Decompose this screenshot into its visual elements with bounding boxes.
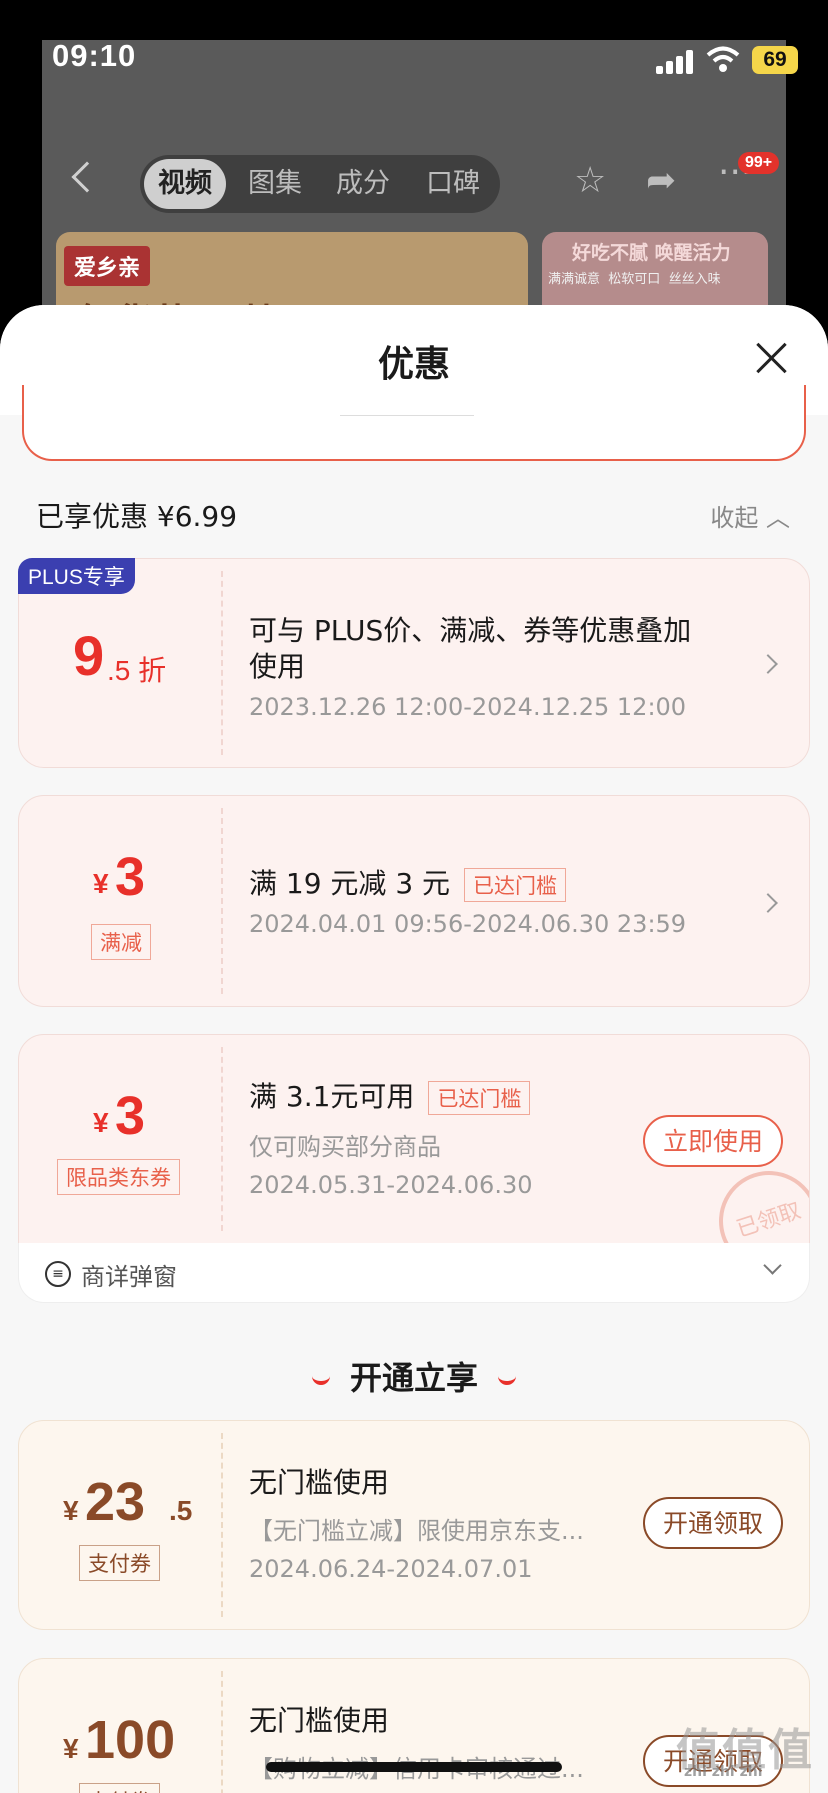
coupon-value: ¥ 23 .5 支付券 — [19, 1421, 221, 1629]
activate-claim-button[interactable]: 开通领取 — [642, 1497, 783, 1549]
coupon-desc-cont: 使用 — [249, 650, 306, 683]
coupon-divider — [221, 1671, 223, 1793]
coupon-divider — [221, 1433, 223, 1617]
coupon-desc: 满 3.1元可用 已达门槛 — [249, 1075, 531, 1115]
coupon-validity: 2024.04.01 09:56-2024.06.30 23:59 — [249, 910, 687, 938]
coupon-desc: 可与 PLUS价、满减、券等优惠叠加 — [249, 614, 692, 647]
section-title: 开通立享 — [0, 1353, 828, 1399]
battery-icon: 69 — [752, 46, 798, 74]
coupon-validity: 2024.06.24-2024.07.01 — [249, 1555, 533, 1583]
coupon-desc: 无门槛使用 — [249, 1466, 390, 1499]
currency: ¥ — [93, 1107, 109, 1138]
chevron-right-icon — [758, 654, 778, 674]
screen: 视频 图集 成分 口碑 ☆ ➦ ··· 99+ 爱乡亲 年货节21块 好吃不腻 … — [0, 0, 828, 1793]
collapse-button[interactable]: 收起 ︿ — [710, 498, 790, 533]
coupon-amount: 3 — [115, 1086, 146, 1146]
signal-icon — [656, 50, 696, 74]
coupon-value: ¥ 3 限品类东券 — [19, 1035, 221, 1243]
coupon-type-label: 支付券 — [79, 1783, 160, 1793]
clock: 09:10 — [52, 38, 137, 73]
tab-gallery[interactable]: 图集 — [248, 155, 302, 213]
currency: ¥ — [93, 868, 109, 899]
claimed-stamp: 已领取 — [705, 1157, 809, 1243]
coupon-payment-1[interactable]: ¥ 23 .5 支付券 无门槛使用 【无门槛立减】限使用京东支... 2024.… — [18, 1420, 810, 1630]
saved-amount: 已享优惠 ¥6.99 — [36, 500, 238, 533]
discount-unit: .5 折 — [107, 655, 167, 686]
coupon-validity: 2023.12.26 12:00-2024.12.25 12:00 — [249, 693, 687, 721]
status-bar: 09:10 69 — [0, 0, 828, 110]
currency: ¥ — [63, 1495, 79, 1526]
coupon-type-label: 满减 — [91, 924, 151, 960]
chevron-down-icon — [763, 1256, 782, 1275]
smile-icon — [311, 1375, 330, 1385]
coupon-full-reduction[interactable]: ¥ 3 满减 满 19 元减 3 元已达门槛 2024.04.01 09:56-… — [18, 795, 810, 1007]
tab-reviews[interactable]: 口碑 — [426, 155, 480, 213]
plus-badge: PLUS专享 — [18, 558, 135, 594]
chevron-up-icon: ︿ — [766, 504, 790, 532]
tab-video[interactable]: 视频 — [144, 159, 226, 209]
coupon-value: ¥ 100 支付券 — [19, 1659, 221, 1793]
use-now-button[interactable]: 立即使用 — [642, 1115, 783, 1167]
banner-title: 好吃不腻 唤醒活力 — [572, 242, 731, 264]
watermark: 值值值 zhi zhi zhi — [676, 1725, 814, 1780]
chevron-right-icon — [758, 893, 778, 913]
detail-popup-label: 商详弹窗 — [81, 1263, 177, 1291]
sheet-title: 优惠 — [377, 344, 450, 385]
currency: ¥ — [63, 1733, 79, 1764]
favorite-icon[interactable]: ☆ — [574, 160, 606, 201]
wifi-icon — [706, 46, 740, 72]
coupon-category-voucher[interactable]: ¥ 3 限品类东券 满 3.1元可用 已达门槛 仅可购买部分商品 2024.05.… — [18, 1034, 810, 1244]
media-tabs: 视频 图集 成分 口碑 — [140, 155, 500, 213]
coupon-validity: 2024.05.31-2024.06.30 — [249, 1171, 533, 1199]
coupon-divider — [221, 808, 223, 994]
threshold-tag: 已达门槛 — [464, 868, 567, 902]
previous-card-edge — [22, 385, 806, 461]
close-icon[interactable] — [754, 341, 788, 375]
discount-value: 9 — [73, 624, 105, 687]
coupon-amount-decimal: .5 — [169, 1495, 193, 1526]
coupon-amount: 3 — [115, 847, 146, 907]
coupon-plus-discount[interactable]: 9 .5 折 可与 PLUS价、满减、券等优惠叠加 使用 2023.12.26 … — [18, 558, 810, 768]
coupon-type-label: 限品类东券 — [57, 1159, 180, 1195]
threshold-tag: 已达门槛 — [428, 1081, 531, 1115]
coupon-terms: 【无门槛立减】限使用京东支... — [249, 1517, 584, 1545]
coupon-value: ¥ 3 满减 — [19, 796, 221, 1006]
coupon-desc: 满 19 元减 3 元已达门槛 — [249, 862, 567, 902]
coupon-type-label: 支付券 — [79, 1545, 160, 1581]
coupon-scope: 仅可购买部分商品 — [249, 1133, 441, 1161]
divider — [340, 415, 474, 416]
banner-chips: 满满诚意 松软可口 丝丝入味 — [548, 272, 721, 287]
list-icon: ≡ — [45, 1261, 71, 1287]
tab-ingredients[interactable]: 成分 — [336, 155, 390, 213]
share-icon[interactable]: ➦ — [646, 160, 676, 201]
message-badge: 99+ — [738, 152, 780, 174]
home-indicator[interactable] — [266, 1762, 562, 1772]
coupon-divider — [221, 1047, 223, 1231]
coupon-amount: 23 — [85, 1472, 146, 1532]
detail-popup-bar[interactable]: ≡ 商详弹窗 — [18, 1243, 810, 1303]
smile-icon — [498, 1375, 516, 1385]
coupon-amount: 100 — [85, 1710, 176, 1770]
brand-logo: 爱乡亲 — [64, 246, 151, 286]
coupon-desc: 无门槛使用 — [249, 1704, 390, 1737]
coupon-divider — [221, 571, 223, 755]
